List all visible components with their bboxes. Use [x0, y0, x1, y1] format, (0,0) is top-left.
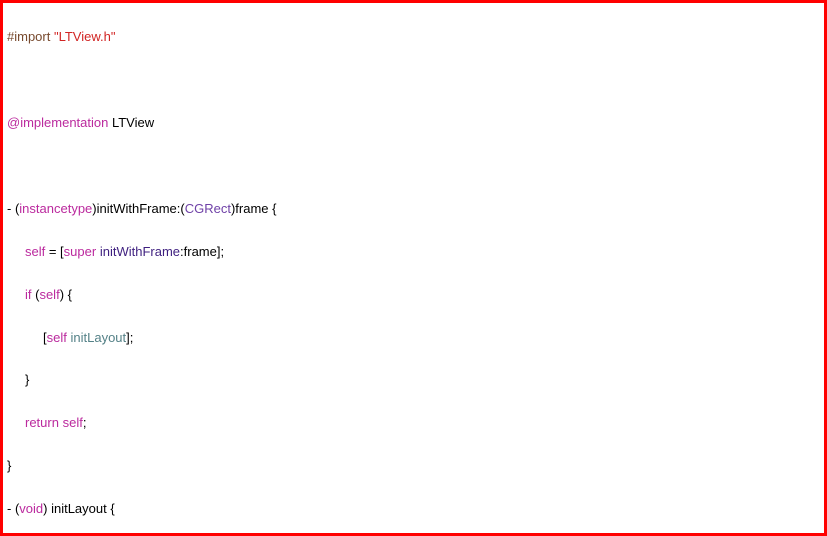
- code-line: [7, 69, 820, 90]
- code-line: if (self) {: [7, 284, 820, 305]
- code-block: #import "LTView.h" @implementation LTVie…: [0, 0, 827, 536]
- code-line: }: [7, 455, 820, 476]
- code-line: [self initLayout];: [7, 327, 820, 348]
- code-line: - (void) initLayout {: [7, 498, 820, 519]
- code-line: }: [7, 369, 820, 390]
- code-line: - (instancetype)initWithFrame:(CGRect)fr…: [7, 198, 820, 219]
- code-line: return self;: [7, 412, 820, 433]
- code-line: #import "LTView.h": [7, 26, 820, 47]
- code-line: [7, 155, 820, 176]
- code-line: self = [super initWithFrame:frame];: [7, 241, 820, 262]
- code-line: @implementation LTView: [7, 112, 820, 133]
